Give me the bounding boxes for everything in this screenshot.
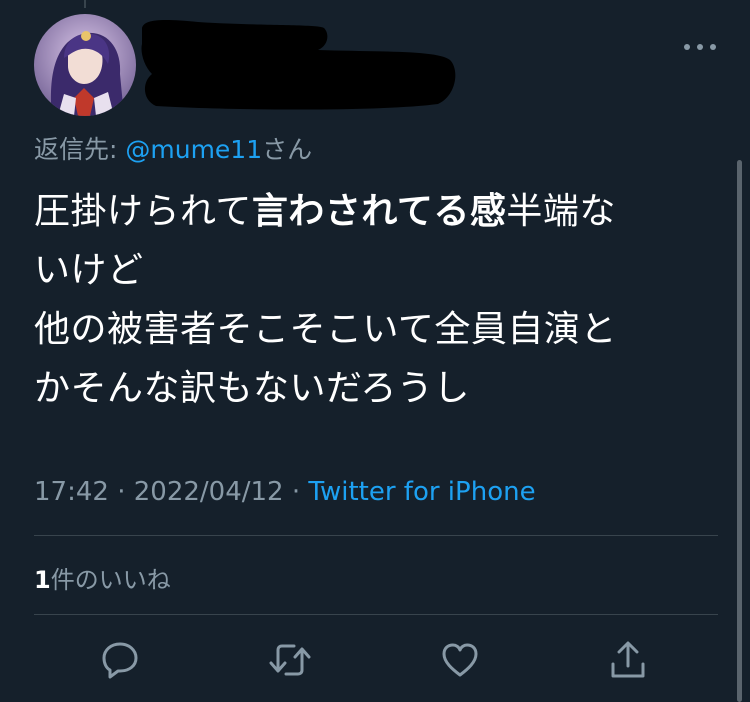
share-icon xyxy=(611,641,645,678)
share-button[interactable] xyxy=(604,636,652,684)
tweet-date[interactable]: 2022/04/12 xyxy=(134,477,284,507)
more-icon xyxy=(684,44,716,50)
reply-to-prefix: 返信先: xyxy=(34,135,126,164)
like-icon xyxy=(442,643,478,677)
more-options-button[interactable] xyxy=(680,36,720,58)
reply-to-handle-link[interactable]: @mume11 xyxy=(125,135,262,164)
tweet-metadata: 17:42 · 2022/04/12 · Twitter for iPhone xyxy=(34,477,536,507)
tweet-text-line: かそんな訳もないだろうし xyxy=(34,359,714,418)
retweet-icon xyxy=(269,644,311,676)
like-count: 1 xyxy=(34,566,51,594)
divider xyxy=(34,535,718,536)
tweet-text-line: 圧掛けられて言わされてる感半端な xyxy=(34,182,714,241)
meta-separator: · xyxy=(108,477,134,507)
like-button[interactable] xyxy=(436,636,484,684)
tweet-text-line: いけど xyxy=(34,241,714,300)
reply-button[interactable] xyxy=(96,636,144,684)
retweet-button[interactable] xyxy=(266,636,314,684)
meta-separator: · xyxy=(283,477,309,507)
action-bar xyxy=(0,636,750,684)
tweet-time[interactable]: 17:42 xyxy=(34,477,109,507)
reply-to-line: 返信先: @mume11さん xyxy=(34,130,312,166)
tweet-source-link[interactable]: Twitter for iPhone xyxy=(308,477,535,507)
divider xyxy=(34,614,718,615)
avatar[interactable] xyxy=(34,14,136,116)
reply-icon xyxy=(102,642,138,679)
likes-summary[interactable]: 1件のいいね xyxy=(34,560,171,595)
scrollbar[interactable] xyxy=(737,160,742,702)
tweet-text-bold-segment: 言わされてる感 xyxy=(251,191,507,232)
tweet-text-segment: 他の被害者そこそこいて全員自演と xyxy=(34,309,617,350)
tweet-text: 圧掛けられて言わされてる感半端ないけど他の被害者そこそこいて全員自演と かそんな訳… xyxy=(34,182,714,418)
redacted-username xyxy=(141,20,456,110)
reply-to-suffix: さん xyxy=(262,135,313,164)
tweet-text-line: 他の被害者そこそこいて全員自演と xyxy=(34,300,714,359)
tweet-text-segment: いけど xyxy=(34,250,144,291)
like-label: 件のいいね xyxy=(50,566,171,594)
thread-connector-line xyxy=(84,0,86,8)
tweet-text-segment: かそんな訳もないだろうし xyxy=(34,368,470,409)
tweet-text-segment: 圧掛けられて xyxy=(34,191,252,232)
tweet-text-segment: 半端な xyxy=(506,191,616,232)
